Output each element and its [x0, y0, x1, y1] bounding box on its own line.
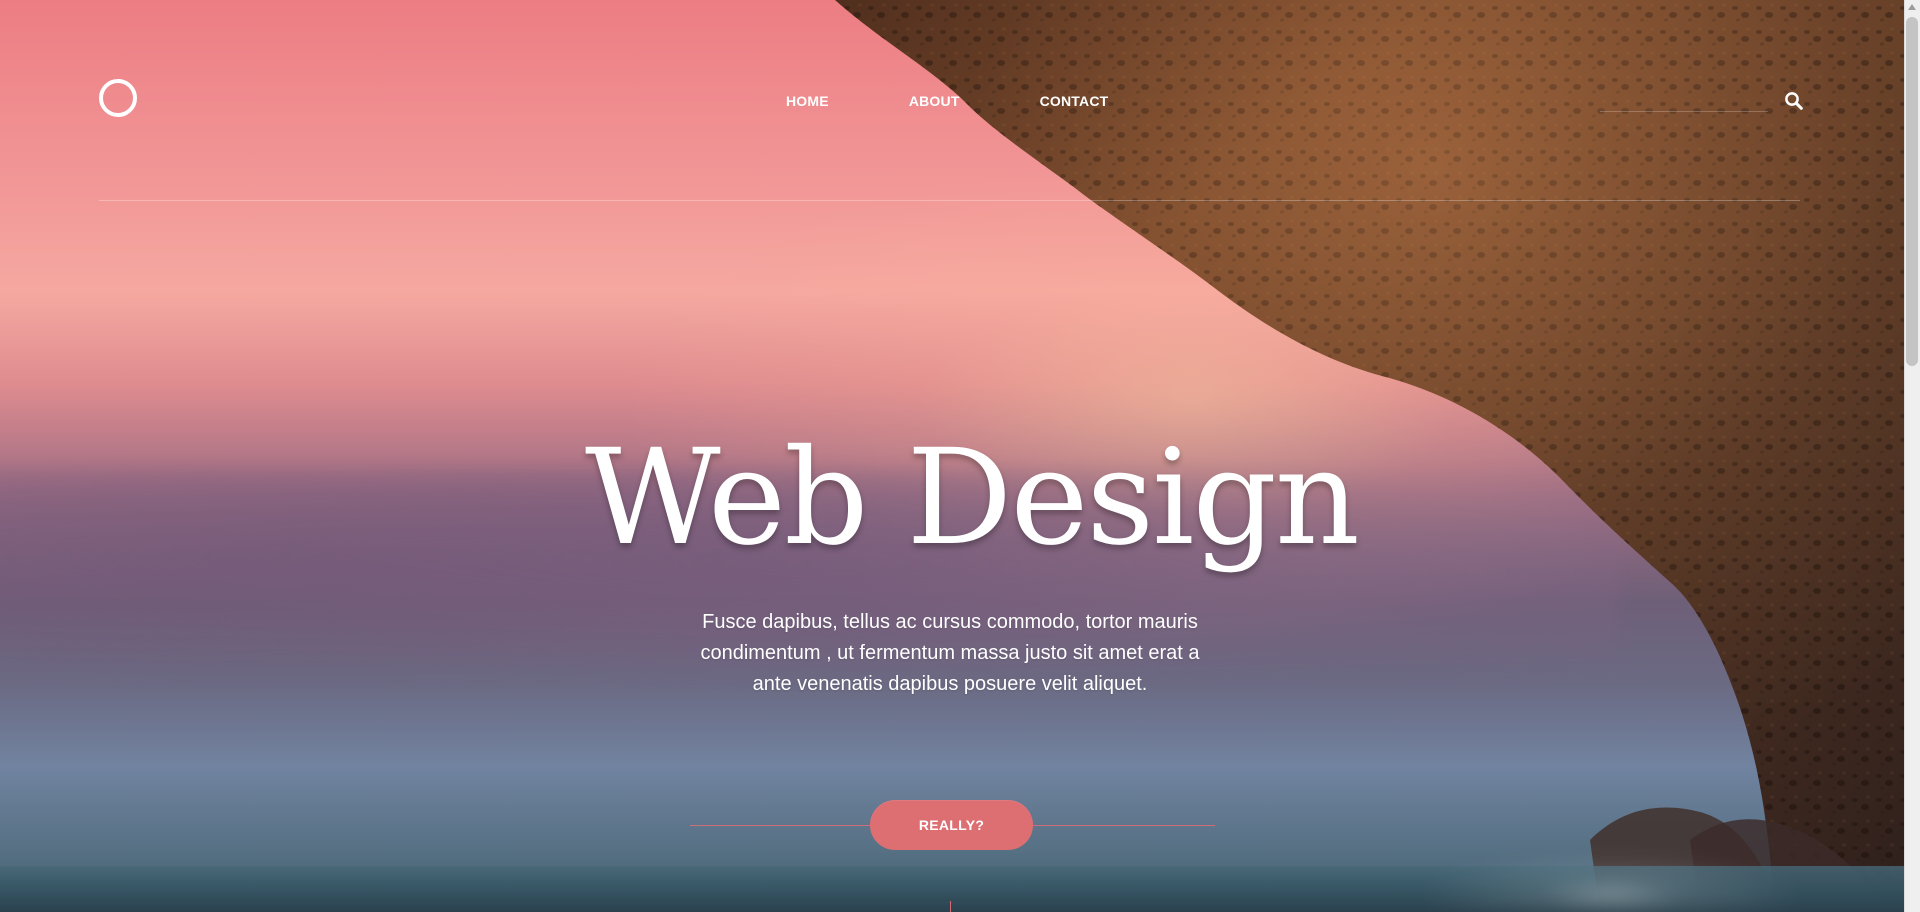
landing-page: HOME ABOUT CONTACT Web Design Fusce dapi…: [0, 0, 1920, 912]
cta-stem-line: [950, 901, 951, 912]
really-button[interactable]: REALLY?: [870, 800, 1033, 850]
hero-title: Web Design: [585, 421, 1360, 575]
hero-description: Fusce dapibus, tellus ac cursus commodo,…: [700, 611, 1200, 695]
cta-left-line: [690, 825, 870, 826]
scrollbar-thumb[interactable]: [1906, 17, 1918, 366]
hero-section: Web Design Fusce dapibus, tellus ac curs…: [0, 0, 1920, 912]
cta-right-line: [1033, 825, 1215, 826]
scroll-up-arrow-icon[interactable]: [1908, 4, 1916, 10]
vertical-scrollbar[interactable]: [1904, 0, 1920, 912]
